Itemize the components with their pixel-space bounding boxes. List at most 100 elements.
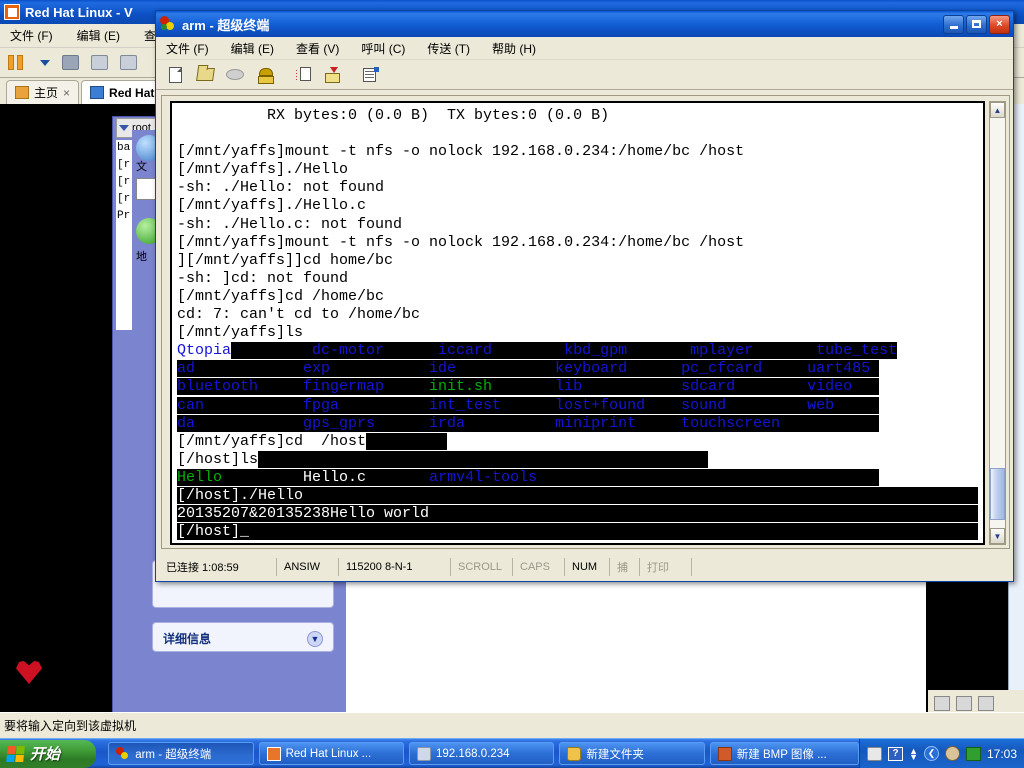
hyperterminal-title: arm - 超级终端: [182, 17, 270, 33]
terminal-line: [/host]./Hello: [177, 486, 983, 505]
updown-icon[interactable]: ▲ ▼: [909, 746, 918, 761]
terminal-line: Qtopia dc-motor iccard kbd_gpm mplayer t…: [177, 342, 983, 360]
vmware-status-text: 要将输入定向到该虚拟机: [4, 719, 137, 733]
home-icon: [15, 86, 29, 99]
windows-flag-icon: [6, 745, 25, 762]
menu-help[interactable]: 帮助 (H): [488, 38, 540, 59]
tray-box-3-icon: [978, 695, 994, 711]
terminal-line: -sh: ]cd: not found: [177, 270, 983, 288]
taskbar-item-network[interactable]: 192.168.0.234: [408, 742, 555, 765]
user-icon[interactable]: [945, 746, 960, 761]
desktop: Red Hat Linux - V 文件 (F) 编辑 (E) 查看 主页 × …: [0, 0, 1024, 768]
terminal-text: cd: 7: can't cd to /home/bc: [177, 306, 421, 324]
menu-file[interactable]: 文件 (F): [162, 38, 213, 59]
chevron-down-icon[interactable]: [40, 59, 50, 66]
explorer-details-box[interactable]: 详细信息 ▼: [152, 622, 334, 652]
vmware-menu-file[interactable]: 文件 (F): [6, 25, 57, 46]
menu-edit[interactable]: 编辑 (E): [227, 38, 278, 59]
close-button[interactable]: ×: [989, 14, 1010, 34]
terminal-text: -sh: ./Hello.c: not found: [177, 215, 403, 233]
scroll-track[interactable]: [990, 118, 1005, 528]
terminal-line: RX bytes:0 (0.0 B) TX bytes:0 (0.0 B): [177, 107, 983, 125]
tray-box-2-icon: [956, 695, 972, 711]
terminal-line: -sh: ./Hello: not found: [177, 179, 983, 197]
terminal-text: -sh: ]cd: not found: [177, 269, 349, 287]
explorer-details-header[interactable]: 详细信息 ▼: [153, 623, 333, 654]
scroll-up-button[interactable]: ▲: [990, 102, 1005, 118]
pause-icon[interactable]: [8, 54, 28, 72]
system-tray[interactable]: ? ▲ ▼ ❮ 17:03: [859, 738, 1024, 768]
window-controls[interactable]: ×: [943, 14, 1013, 34]
terminal-line: Hello Hello.c armv4l-tools: [177, 468, 983, 487]
terminal-fill: [537, 468, 880, 486]
call-icon[interactable]: [254, 64, 276, 85]
keyboard-icon[interactable]: [867, 746, 883, 761]
terminal-text: Qtopia: [177, 342, 232, 360]
hyperterminal-menubar[interactable]: 文件 (F) 编辑 (E) 查看 (V) 呼叫 (C) 传送 (T) 帮助 (H…: [156, 37, 1013, 60]
terminal-frame[interactable]: RX bytes:0 (0.0 B) TX bytes:0 (0.0 B) [/m…: [170, 101, 985, 545]
scroll-down-button[interactable]: ▼: [990, 528, 1005, 544]
redhat-vm-icon: [90, 86, 105, 99]
taskbar-item-hyperterminal[interactable]: arm - 超级终端: [108, 742, 254, 765]
terminal-line: ad exp ide keyboard pc_cfcard uart485: [177, 360, 983, 378]
terminal-text: [/mnt/yaffs]cd /home/bc: [177, 287, 385, 305]
properties-icon[interactable]: [360, 64, 382, 85]
terminal-scrollbar[interactable]: ▲ ▼: [989, 101, 1006, 545]
terminal-screen[interactable]: RX bytes:0 (0.0 B) TX bytes:0 (0.0 B) [/m…: [172, 103, 983, 543]
tab-redhat[interactable]: Red Hat: [81, 80, 164, 104]
terminal-text: [/host]ls: [177, 450, 259, 468]
new-connection-icon[interactable]: [164, 64, 186, 85]
taskbar-item-folder[interactable]: 新建文件夹: [559, 742, 705, 765]
terminal-text: Hello.c: [222, 468, 430, 486]
terminal-fill: [249, 523, 979, 541]
terminal-line: -sh: ./Hello.c: not found: [177, 216, 983, 234]
shield-icon[interactable]: ❮: [924, 746, 939, 761]
terminal-text: init.sh: [429, 378, 493, 396]
taskbar-item-label: 192.168.0.234: [435, 747, 510, 760]
terminal-text: [/mnt/yaffs]mount -t nfs -o nolock 192.1…: [177, 143, 745, 161]
terminal-line: [/mnt/yaffs]ls: [177, 324, 983, 342]
taskbar-item-paint[interactable]: 新建 BMP 图像 ...: [709, 742, 860, 765]
terminal-line: can fpga int_test lost+found sound web: [177, 396, 983, 415]
taskbar[interactable]: 开始 arm - 超级终端 Red Hat Linux ... 192.168.…: [0, 738, 1024, 768]
vmware-menu-edit[interactable]: 编辑 (E): [73, 25, 124, 46]
hyperterminal-titlebar[interactable]: arm - 超级终端 ×: [156, 11, 1013, 37]
minimize-button[interactable]: [943, 14, 964, 34]
terminal-text: lib sdcard video: [492, 378, 853, 396]
guest-term-l1: [r: [117, 159, 131, 171]
receive-file-icon[interactable]: [322, 64, 344, 85]
menu-call[interactable]: 呼叫 (C): [357, 38, 409, 59]
help-icon[interactable]: ?: [888, 746, 904, 761]
menu-transfer[interactable]: 传送 (T): [423, 38, 474, 59]
menu-view[interactable]: 查看 (V): [292, 38, 343, 59]
revert-icon[interactable]: [91, 55, 108, 70]
terminal-line: [/mnt/yaffs]./Hello.c: [177, 197, 983, 215]
snapshot-icon[interactable]: [62, 55, 79, 70]
terminal-text: dc-motor iccard kbd_gpm mplayer tube_tes…: [231, 342, 898, 360]
hyperterminal-toolbar[interactable]: [156, 60, 1013, 90]
maximize-button[interactable]: [966, 14, 987, 34]
tab-home[interactable]: 主页 ×: [6, 80, 80, 104]
chevron-double-down-icon[interactable]: ▼: [307, 630, 323, 647]
terminal-fill: [258, 450, 709, 468]
terminal-fill: [834, 396, 880, 414]
terminal-line: [/mnt/yaffs]./Hello: [177, 161, 983, 179]
status-print: 打印: [640, 558, 692, 576]
send-file-icon[interactable]: [292, 64, 314, 85]
hyperterminal-icon: [160, 16, 176, 32]
network-activity-icon[interactable]: [966, 746, 981, 761]
taskbar-item-label: Red Hat Linux ...: [285, 747, 372, 760]
start-button[interactable]: 开始: [0, 739, 97, 768]
hyperterminal-window[interactable]: arm - 超级终端 × 文件 (F) 编辑 (E) 查看 (V) 呼叫 (C)…: [155, 10, 1014, 582]
terminal-container: RX bytes:0 (0.0 B) TX bytes:0 (0.0 B) [/m…: [161, 95, 1010, 549]
clock[interactable]: 17:03: [987, 747, 1017, 761]
guest-term-l3: [r: [117, 193, 131, 205]
terminal-text: [/mnt/yaffs]cd /host: [177, 432, 367, 450]
taskbar-item-redhat[interactable]: Red Hat Linux ...: [258, 742, 404, 765]
terminal-text: RX bytes:0 (0.0 B) TX bytes:0 (0.0 B): [177, 107, 610, 124]
close-icon[interactable]: ×: [63, 86, 70, 100]
scroll-thumb[interactable]: [990, 468, 1005, 520]
open-icon[interactable]: [194, 64, 216, 85]
refresh-icon[interactable]: [120, 55, 137, 70]
terminal-text: [/host]_: [177, 523, 250, 541]
